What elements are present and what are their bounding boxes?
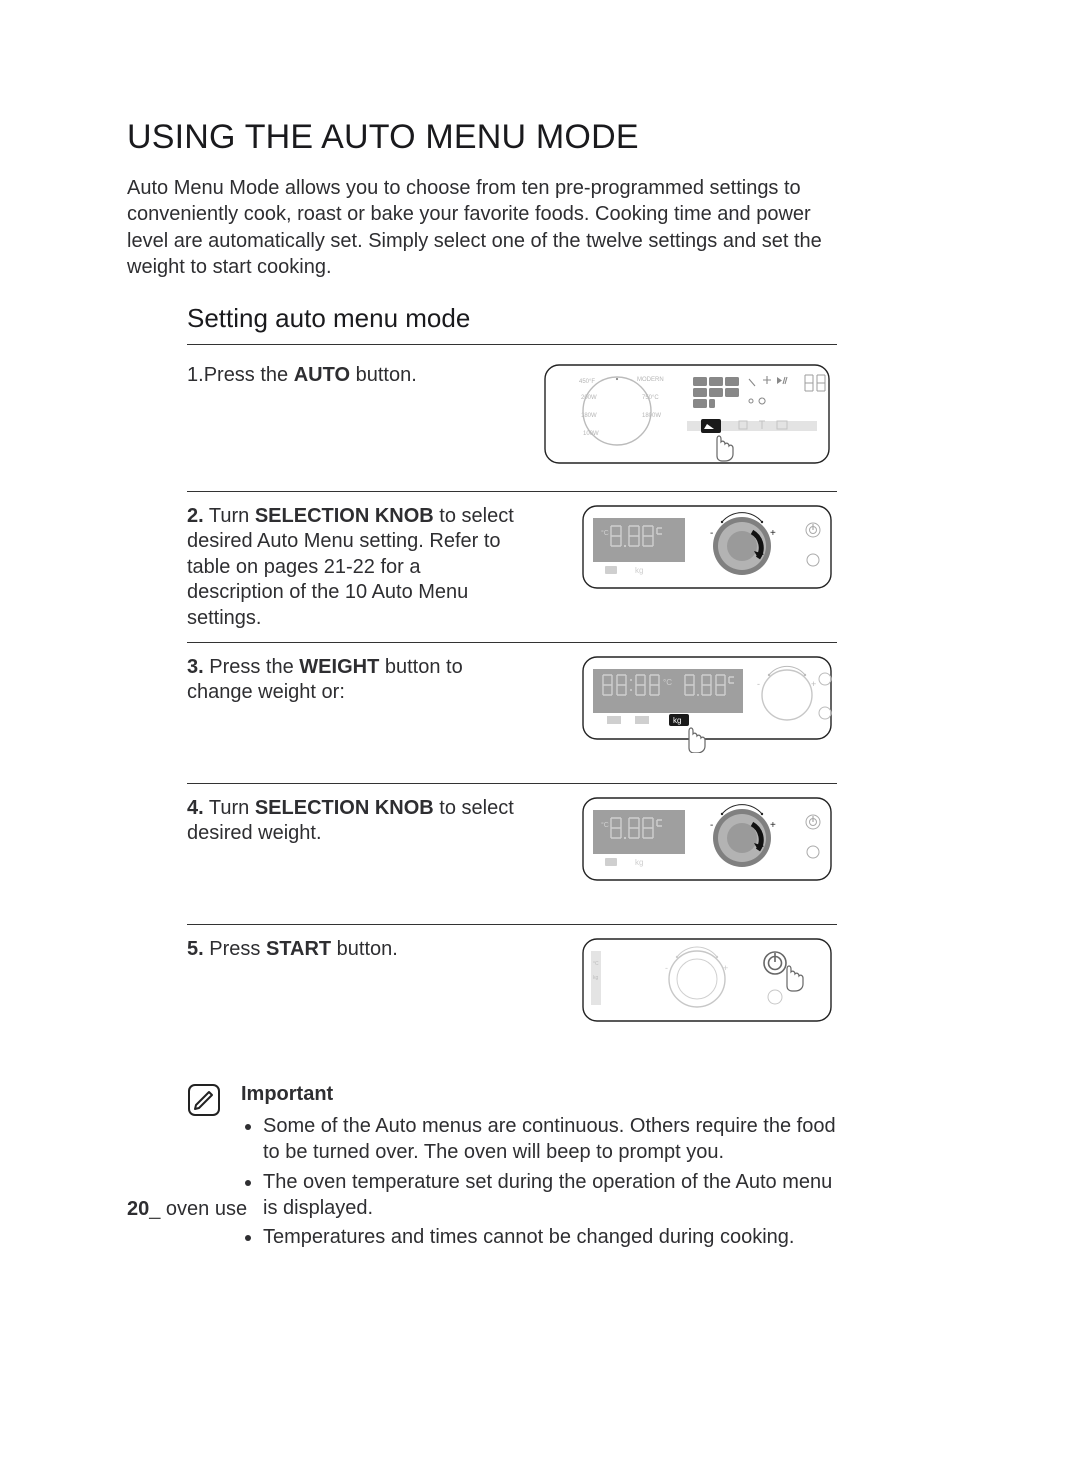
step-number: 4. [187, 797, 204, 819]
footer-section: oven use [160, 1198, 247, 1220]
panel-press-start-icon: °C kg - + [577, 935, 837, 1035]
svg-text:450°F: 450°F [579, 379, 595, 385]
step-illustration: 450°F MODERN 200W 750°C 180W 1800W 100W [532, 361, 837, 467]
svg-text:°C: °C [663, 678, 672, 687]
svg-text:+: + [770, 820, 776, 831]
note-icon-column [187, 1081, 241, 1254]
step-pre: Turn [204, 797, 255, 819]
step-illustration: °C kg - + [532, 935, 837, 1035]
step-illustration: °C kg - + [532, 794, 837, 884]
note-title: Important [241, 1081, 837, 1107]
step-bold: SELECTION KNOB [255, 797, 434, 819]
step-bold: WEIGHT [299, 656, 379, 678]
svg-text:-: - [757, 679, 760, 689]
panel-press-auto-icon: 450°F MODERN 200W 750°C 180W 1800W 100W [537, 361, 837, 467]
svg-text:180W: 180W [581, 413, 597, 419]
svg-text:MODERN: MODERN [637, 377, 664, 383]
note-list: Some of the Auto menus are continuous. O… [241, 1113, 837, 1251]
step-text: 5. Press START button. [187, 935, 532, 963]
step-text: 3. Press the WEIGHT button to change wei… [187, 653, 532, 706]
step-illustration: °C kg - [532, 502, 837, 592]
note-pencil-icon [187, 1083, 221, 1117]
step-number: 5. [187, 938, 204, 960]
step-row: 4. Turn SELECTION KNOB to select desired… [187, 784, 837, 925]
step-number: 1. [187, 364, 204, 386]
divider [187, 344, 837, 345]
step-text: 1.Press the AUTO button. [187, 361, 532, 389]
note-item: Temperatures and times cannot be changed… [263, 1224, 837, 1250]
footer-sep: _ [149, 1198, 160, 1220]
page-number: 20 [127, 1198, 149, 1220]
svg-text:-: - [665, 963, 668, 973]
svg-text:kg: kg [593, 975, 599, 981]
manual-page: USING THE AUTO MENU MODE Auto Menu Mode … [127, 118, 827, 1254]
svg-text:°C: °C [601, 821, 609, 829]
step-row: 5. Press START button. °C kg - + [187, 925, 837, 1065]
svg-text:200W: 200W [581, 395, 597, 401]
step-bold: SELECTION KNOB [255, 505, 434, 527]
svg-text:+: + [811, 679, 816, 689]
svg-text:kg: kg [673, 716, 681, 725]
panel-press-weight-icon: °C kg - + [577, 653, 837, 753]
step-number: 3. [187, 656, 204, 678]
svg-text:+: + [770, 528, 776, 539]
important-note: Important Some of the Auto menus are con… [187, 1081, 837, 1254]
step-row: 1.Press the AUTO button. 450°F MODERN 20… [187, 351, 837, 492]
step-text: 2. Turn SELECTION KNOB to select desired… [187, 502, 532, 632]
step-bold: START [266, 938, 331, 960]
svg-text:+: + [723, 963, 728, 973]
note-item: Some of the Auto menus are continuous. O… [263, 1113, 837, 1166]
panel-turn-knob-weight-icon: °C kg - + [577, 794, 837, 884]
panel-turn-knob-icon: °C kg - [577, 502, 837, 592]
step-pre: Press [204, 938, 266, 960]
svg-text:1800W: 1800W [642, 413, 661, 419]
svg-text:°C: °C [601, 529, 609, 537]
page-title: USING THE AUTO MENU MODE [127, 118, 827, 157]
step-bold: AUTO [294, 364, 350, 386]
step-pre: Turn [204, 505, 255, 527]
step-post: button. [350, 364, 417, 386]
svg-text:100W: 100W [583, 431, 599, 437]
subsection-title: Setting auto menu mode [187, 303, 827, 334]
page-footer: 20_ oven use [127, 1198, 247, 1221]
step-pre: Press the [204, 364, 294, 386]
intro-text: Auto Menu Mode allows you to choose from… [127, 175, 827, 281]
svg-text:kg: kg [635, 566, 643, 575]
step-pre: Press the [204, 656, 300, 678]
step-post: button. [331, 938, 398, 960]
step-number: 2. [187, 505, 204, 527]
step-row: 2. Turn SELECTION KNOB to select desired… [187, 492, 837, 643]
svg-text:kg: kg [635, 858, 643, 867]
svg-text:750°C: 750°C [642, 395, 659, 401]
svg-text:-: - [710, 820, 713, 831]
step-text: 4. Turn SELECTION KNOB to select desired… [187, 794, 532, 847]
note-body: Important Some of the Auto menus are con… [241, 1081, 837, 1254]
step-illustration: °C kg - + [532, 653, 837, 753]
svg-text:-: - [710, 528, 713, 539]
note-item: The oven temperature set during the oper… [263, 1169, 837, 1222]
step-row: 3. Press the WEIGHT button to change wei… [187, 643, 837, 784]
svg-text:°C: °C [593, 961, 599, 967]
